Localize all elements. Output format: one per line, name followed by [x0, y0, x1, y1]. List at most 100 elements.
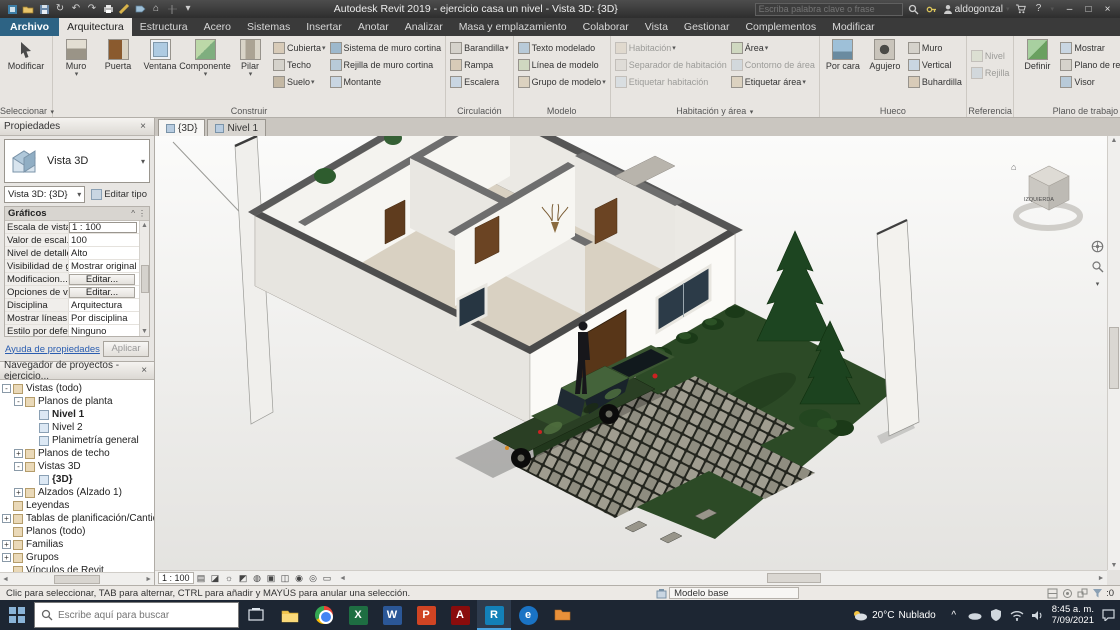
- property-row[interactable]: Escala de vista 1 : 100: [5, 221, 149, 234]
- expander-icon[interactable]: +: [2, 553, 11, 562]
- notification-center-icon[interactable]: [1101, 608, 1115, 622]
- contorno-area-button[interactable]: Contorno de área: [729, 56, 817, 73]
- agujero-button[interactable]: Agujero: [864, 37, 906, 73]
- property-row[interactable]: Estilo por defe... Ninguno: [5, 325, 149, 336]
- plano-referencia-button[interactable]: Plano de referencia: [1058, 56, 1120, 73]
- sun-path-icon[interactable]: ☼: [223, 572, 236, 584]
- close-button[interactable]: ×: [1098, 0, 1117, 18]
- navbar-caret-icon[interactable]: ▾: [1096, 280, 1100, 288]
- scroll-left-icon[interactable]: ◄: [2, 576, 9, 583]
- print-icon[interactable]: [101, 2, 115, 16]
- buhardilla-button[interactable]: Buhardilla: [906, 73, 964, 90]
- tab-sistemas[interactable]: Sistemas: [239, 18, 298, 36]
- tag-icon[interactable]: [133, 2, 147, 16]
- default-3d-view-icon[interactable]: ⌂: [149, 2, 163, 16]
- tab-modificar[interactable]: Modificar: [824, 18, 883, 36]
- redo-icon[interactable]: ↷: [85, 2, 99, 16]
- separador-habitacion-button[interactable]: Separador de habitación: [613, 56, 729, 73]
- tree-item-familias[interactable]: + Familias: [2, 538, 154, 551]
- tree-item-alzados[interactable]: + Alzados (Alzado 1): [2, 486, 154, 499]
- hidden-icons-caret[interactable]: ^: [947, 608, 961, 622]
- property-value[interactable]: Mostrar original: [69, 261, 149, 272]
- ventana-button[interactable]: Ventana: [139, 37, 181, 73]
- key-icon[interactable]: [925, 2, 939, 16]
- scrollbar-thumb[interactable]: [1109, 326, 1119, 389]
- pilar-button[interactable]: Pilar ▾: [229, 37, 271, 81]
- detail-level-icon[interactable]: ▤: [195, 572, 208, 584]
- tab-masa[interactable]: Masa y emplazamiento: [451, 18, 575, 36]
- wifi-icon[interactable]: [1010, 608, 1024, 622]
- texto-modelado-button[interactable]: Texto modelado: [516, 39, 608, 56]
- group-pin-icon[interactable]: ⋮: [138, 209, 146, 218]
- rejilla-muro-cortina-button[interactable]: Rejilla de muro cortina: [328, 56, 444, 73]
- techo-button[interactable]: Techo: [271, 56, 328, 73]
- scrollbar-thumb[interactable]: [766, 573, 821, 583]
- tree-item-tablas[interactable]: +Tablas de planificación/Cantidades: [2, 512, 154, 525]
- help-icon[interactable]: ?: [1031, 2, 1045, 16]
- tab-analizar[interactable]: Analizar: [397, 18, 451, 36]
- tab-vista[interactable]: Vista: [637, 18, 676, 36]
- volume-icon[interactable]: [1031, 608, 1045, 622]
- start-button[interactable]: [0, 600, 34, 630]
- task-view-button[interactable]: [239, 600, 273, 630]
- search-icon[interactable]: [907, 2, 921, 16]
- acrobat-icon[interactable]: A: [443, 600, 477, 630]
- tree-item-leyendas[interactable]: Leyendas: [2, 499, 154, 512]
- scroll-left-icon[interactable]: ◄: [337, 575, 349, 582]
- property-row[interactable]: Disciplina Arquitectura: [5, 299, 149, 312]
- tab-anotar[interactable]: Anotar: [350, 18, 397, 36]
- tree-item-nivel-2[interactable]: Nivel 2: [2, 421, 154, 434]
- zoom-icon[interactable]: [1091, 260, 1104, 276]
- expander-icon[interactable]: +: [14, 488, 23, 497]
- design-options-icon[interactable]: [656, 588, 667, 599]
- group-label-seleccionar[interactable]: Seleccionar ▾: [0, 105, 54, 117]
- modificar-button[interactable]: Modificar: [2, 37, 50, 73]
- editable-only-icon[interactable]: [1062, 588, 1073, 599]
- edit-button[interactable]: Editar...: [69, 273, 135, 285]
- tab-archivo[interactable]: Archivo: [0, 18, 60, 36]
- property-value[interactable]: Por disciplina: [69, 313, 149, 324]
- property-value[interactable]: 100: [69, 235, 149, 246]
- browser-close-icon[interactable]: ×: [138, 365, 150, 376]
- edit-button[interactable]: Editar...: [69, 286, 135, 298]
- drawing-canvas[interactable]: IZQUIERDA ⌂ ▾: [155, 136, 1107, 570]
- tree-item-planimetria[interactable]: Planimetría general: [2, 434, 154, 447]
- property-value[interactable]: Arquitectura: [69, 300, 149, 311]
- linea-modelo-button[interactable]: Línea de modelo: [516, 56, 608, 73]
- tree-item-nivel-1[interactable]: Nivel 1: [2, 408, 154, 421]
- tab-acero[interactable]: Acero: [196, 18, 239, 36]
- rendering-icon[interactable]: ◍: [251, 572, 264, 584]
- cubierta-button[interactable]: Cubierta ▾: [271, 39, 328, 56]
- tab-colaborar[interactable]: Colaborar: [575, 18, 637, 36]
- group-label-habitacion[interactable]: Habitación y área ▾: [611, 105, 819, 117]
- componente-button[interactable]: Componente ▾: [179, 37, 231, 81]
- section-icon[interactable]: [165, 2, 179, 16]
- property-value[interactable]: 1 : 100: [69, 221, 137, 233]
- property-row[interactable]: Nivel de detalle Alto: [5, 247, 149, 260]
- sync-icon[interactable]: ↻: [53, 2, 67, 16]
- por-cara-button[interactable]: Por cara: [822, 37, 864, 73]
- shadows-icon[interactable]: ◩: [237, 572, 250, 584]
- scale-control[interactable]: 1 : 100: [158, 572, 194, 584]
- etiquetar-area-button[interactable]: Etiquetar área ▾: [729, 73, 817, 90]
- tab-complementos[interactable]: Complementos: [737, 18, 824, 36]
- properties-help-link[interactable]: Ayuda de propiedades: [5, 344, 100, 355]
- edge-icon[interactable]: e: [511, 600, 545, 630]
- rejilla-button[interactable]: Rejilla: [969, 64, 1012, 81]
- taskbar-search[interactable]: [34, 602, 239, 628]
- save-icon[interactable]: [37, 2, 51, 16]
- property-row[interactable]: Opciones de v... Editar...: [5, 286, 149, 299]
- horizontal-scrollbar[interactable]: [349, 571, 1095, 585]
- tab-arquitectura[interactable]: Arquitectura: [59, 18, 132, 36]
- nivel-button[interactable]: Nivel: [969, 47, 1012, 64]
- rampa-button[interactable]: Rampa: [448, 56, 511, 73]
- property-row[interactable]: Visibilidad de g...Mostrar original: [5, 260, 149, 273]
- etiquetar-habitacion-button[interactable]: Etiquetar habitación: [613, 73, 729, 90]
- vertical-scrollbar[interactable]: ▲ ▼: [1107, 136, 1120, 570]
- excel-icon[interactable]: X: [341, 600, 375, 630]
- app-menu-icon[interactable]: [5, 2, 19, 16]
- apply-button[interactable]: Aplicar: [103, 341, 149, 357]
- tree-item-vinculos[interactable]: Vínculos de Revit: [2, 564, 154, 572]
- escalera-button[interactable]: Escalera: [448, 73, 511, 90]
- property-row[interactable]: Mostrar líneas... Por disciplina: [5, 312, 149, 325]
